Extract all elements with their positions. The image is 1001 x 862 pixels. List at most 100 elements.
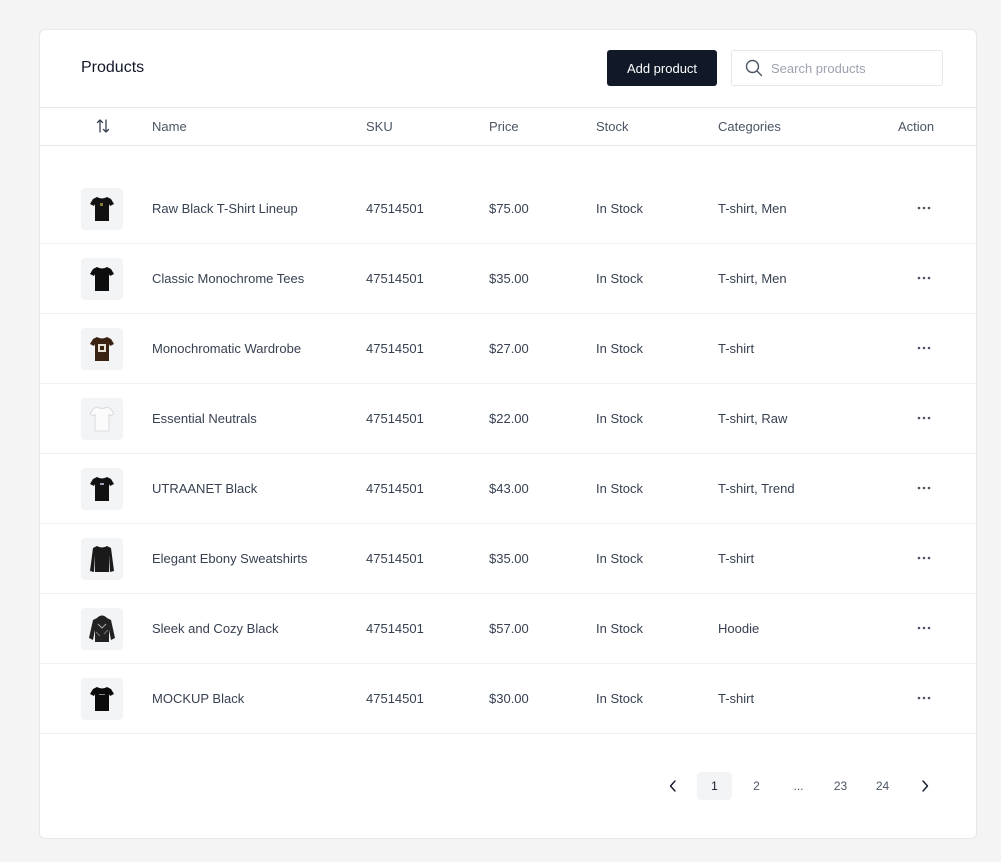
more-horizontal-icon <box>917 346 931 350</box>
product-thumbnail <box>81 188 123 230</box>
product-name: Sleek and Cozy Black <box>152 621 279 636</box>
column-header-categories: Categories <box>718 119 781 134</box>
product-price: $35.00 <box>489 551 529 566</box>
more-actions-button[interactable] <box>913 478 935 498</box>
product-stock: In Stock <box>596 691 643 706</box>
previous-page-button[interactable] <box>661 772 685 800</box>
product-price: $30.00 <box>489 691 529 706</box>
product-thumbnail <box>81 258 123 300</box>
search-box[interactable] <box>731 50 943 86</box>
more-actions-button[interactable] <box>913 338 935 358</box>
pagination: 1 2 ... 23 24 <box>40 772 976 800</box>
column-header-price: Price <box>489 119 519 134</box>
product-stock: In Stock <box>596 481 643 496</box>
product-thumbnail <box>81 468 123 510</box>
product-categories: T-shirt <box>718 691 755 706</box>
next-page-button[interactable] <box>913 772 937 800</box>
product-name: Elegant Ebony Sweatshirts <box>152 551 308 566</box>
column-header-sku: SKU <box>366 119 393 134</box>
table-header: Name SKU Price Stock Categories Action <box>40 107 976 146</box>
product-name: MOCKUP Black <box>152 691 245 706</box>
search-icon <box>745 59 763 77</box>
product-price: $35.00 <box>489 271 529 286</box>
product-stock: In Stock <box>596 201 643 216</box>
black-tshirt-icon <box>90 687 114 711</box>
product-categories: Hoodie <box>718 621 760 636</box>
product-stock: In Stock <box>596 271 643 286</box>
black-tshirt-icon <box>90 267 114 291</box>
product-stock: In Stock <box>596 341 643 356</box>
more-horizontal-icon <box>917 556 931 560</box>
product-stock: In Stock <box>596 621 643 636</box>
product-sku: 47514501 <box>366 691 424 706</box>
product-sku: 47514501 <box>366 481 424 496</box>
table-row[interactable]: Classic Monochrome Tees 47514501 $35.00 … <box>40 244 976 314</box>
more-actions-button[interactable] <box>913 198 935 218</box>
table-row[interactable]: Essential Neutrals 47514501 $22.00 In St… <box>40 384 976 454</box>
product-categories: T-shirt, Men <box>718 201 787 216</box>
product-sku: 47514501 <box>366 201 424 216</box>
product-thumbnail <box>81 538 123 580</box>
search-input[interactable] <box>771 60 931 76</box>
column-header-stock: Stock <box>596 119 629 134</box>
product-price: $27.00 <box>489 341 529 356</box>
product-thumbnail <box>81 398 123 440</box>
black-sweatshirt-icon <box>90 546 114 572</box>
table-row[interactable]: Sleek and Cozy Black 47514501 $57.00 In … <box>40 594 976 664</box>
brown-tshirt-icon <box>90 337 114 361</box>
more-actions-button[interactable] <box>913 618 935 638</box>
product-sku: 47514501 <box>366 271 424 286</box>
product-thumbnail <box>81 608 123 650</box>
table-row[interactable]: UTRAANET Black 47514501 $43.00 In Stock … <box>40 454 976 524</box>
page-ellipsis: ... <box>793 779 804 793</box>
more-actions-button[interactable] <box>913 408 935 428</box>
table-row[interactable]: Monochromatic Wardrobe 47514501 $27.00 I… <box>40 314 976 384</box>
product-thumbnail <box>81 678 123 720</box>
column-header-name: Name <box>152 119 187 134</box>
product-sku: 47514501 <box>366 551 424 566</box>
product-stock: In Stock <box>596 551 643 566</box>
product-thumbnail <box>81 328 123 370</box>
page-23-button[interactable]: 23 <box>823 772 858 800</box>
more-actions-button[interactable] <box>913 688 935 708</box>
page-1-button[interactable]: 1 <box>697 772 732 800</box>
more-horizontal-icon <box>917 626 931 630</box>
product-stock: In Stock <box>596 411 643 426</box>
product-price: $57.00 <box>489 621 529 636</box>
column-header-action: Action <box>898 119 935 134</box>
table-row[interactable]: MOCKUP Black 47514501 $30.00 In Stock T-… <box>40 664 976 734</box>
black-tshirt-icon <box>90 197 114 221</box>
table-row[interactable]: Raw Black T-Shirt Lineup 47514501 $75.00… <box>40 174 976 244</box>
product-name: UTRAANET Black <box>152 481 258 496</box>
page-title: Products <box>81 59 145 76</box>
more-horizontal-icon <box>917 696 931 700</box>
products-card: Products Add product Name SKU Price Stoc… <box>39 29 977 839</box>
sort-icon[interactable] <box>96 118 110 134</box>
product-name: Monochromatic Wardrobe <box>152 341 302 356</box>
product-categories: T-shirt, Raw <box>718 411 788 426</box>
more-horizontal-icon <box>917 486 931 490</box>
card-header: Products Add product <box>40 30 976 108</box>
more-actions-button[interactable] <box>913 548 935 568</box>
more-horizontal-icon <box>917 416 931 420</box>
product-categories: T-shirt, Men <box>718 271 787 286</box>
product-price: $75.00 <box>489 201 529 216</box>
black-hoodie-icon <box>89 615 115 642</box>
white-tshirt-icon <box>89 406 115 432</box>
chevron-right-icon <box>922 780 929 792</box>
product-sku: 47514501 <box>366 341 424 356</box>
product-sku: 47514501 <box>366 411 424 426</box>
product-name: Essential Neutrals <box>152 411 257 426</box>
table-row[interactable]: Elegant Ebony Sweatshirts 47514501 $35.0… <box>40 524 976 594</box>
more-horizontal-icon <box>917 206 931 210</box>
product-price: $43.00 <box>489 481 529 496</box>
more-horizontal-icon <box>917 276 931 280</box>
product-sku: 47514501 <box>366 621 424 636</box>
page-24-button[interactable]: 24 <box>865 772 900 800</box>
product-name: Classic Monochrome Tees <box>152 271 305 286</box>
product-categories: T-shirt <box>718 551 755 566</box>
more-actions-button[interactable] <box>913 268 935 288</box>
black-tshirt-icon <box>90 477 114 501</box>
add-product-button[interactable]: Add product <box>607 50 717 86</box>
page-2-button[interactable]: 2 <box>739 772 774 800</box>
